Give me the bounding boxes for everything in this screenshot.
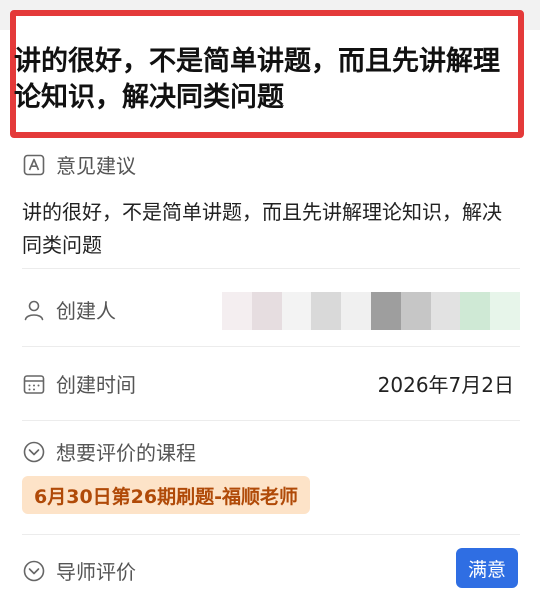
calendar-icon bbox=[22, 372, 46, 396]
course-row-label[interactable]: 想要评价的课程 bbox=[22, 437, 196, 466]
creator-row-label: 创建人 bbox=[22, 295, 116, 324]
tutor-rating-row-label[interactable]: 导师评价 bbox=[22, 556, 136, 585]
suggestion-text: 讲的很好，不是简单讲题，而且先讲解理论知识，解决同类问题 bbox=[22, 200, 502, 257]
creator-name-blurred bbox=[222, 292, 520, 330]
tutor-rating-label: 导师评价 bbox=[56, 560, 136, 584]
created-time-row-label: 创建时间 bbox=[22, 369, 136, 398]
course-label: 想要评价的课程 bbox=[56, 441, 196, 465]
created-time-label: 创建时间 bbox=[56, 373, 136, 397]
created-time-value: 2026年7月2日 bbox=[377, 373, 514, 397]
chevron-down-circle-icon bbox=[22, 440, 46, 464]
divider bbox=[22, 346, 520, 347]
course-tag[interactable]: 6月30日第26期刷题-福顺老师 bbox=[22, 476, 310, 514]
divider bbox=[22, 534, 520, 535]
divider bbox=[22, 268, 520, 269]
tutor-rating-badge[interactable]: 满意 bbox=[456, 548, 518, 588]
headline-text: 讲的很好，不是简单讲题，而且先讲解理论知识，解决同类问题 bbox=[14, 46, 500, 113]
creator-label: 创建人 bbox=[56, 299, 116, 323]
chevron-down-circle-icon bbox=[22, 559, 46, 583]
person-icon bbox=[22, 298, 46, 322]
suggestion-row-label: 意见建议 bbox=[22, 150, 136, 179]
divider bbox=[22, 420, 520, 421]
font-a-icon bbox=[22, 153, 46, 177]
feedback-detail-page: 讲的很好，不是简单讲题，而且先讲解理论知识，解决同类问题 意见建议 讲的很好，不… bbox=[0, 0, 540, 615]
suggestion-label: 意见建议 bbox=[56, 154, 136, 178]
